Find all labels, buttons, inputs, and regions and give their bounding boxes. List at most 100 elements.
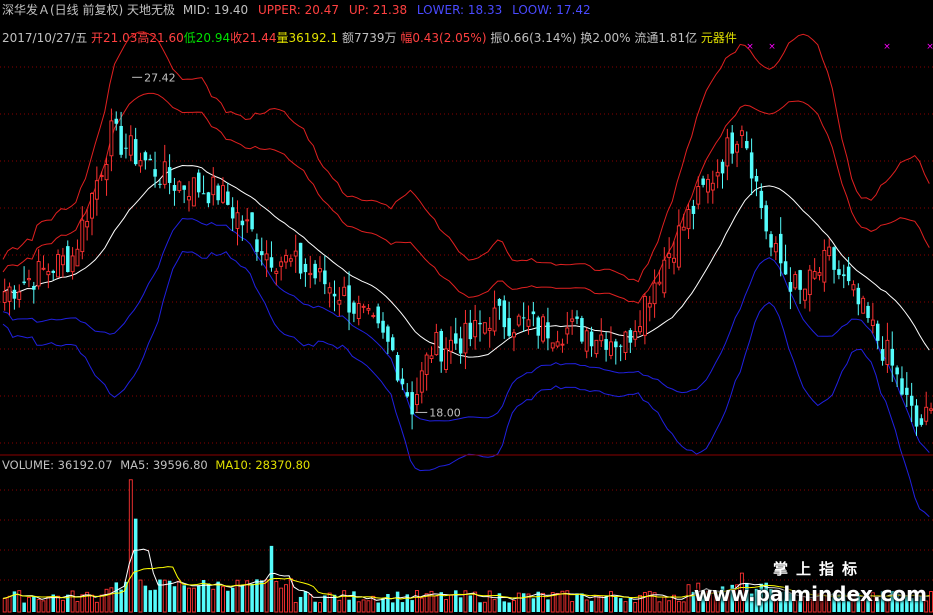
volume-bar bbox=[468, 595, 473, 612]
volume-bar bbox=[216, 581, 220, 612]
candle-body bbox=[235, 212, 240, 229]
candle-body bbox=[856, 287, 861, 305]
volume-bar bbox=[303, 591, 308, 612]
candle-body bbox=[230, 207, 235, 219]
volume-bar bbox=[347, 599, 351, 612]
annotation-high: 27.42 bbox=[144, 71, 176, 84]
candle-body bbox=[119, 125, 123, 155]
signal-mark: × bbox=[746, 42, 754, 52]
candle-body bbox=[109, 120, 114, 157]
candle-body bbox=[730, 132, 734, 154]
candle-body bbox=[245, 219, 250, 222]
volume-bar bbox=[7, 595, 12, 613]
candle-body bbox=[720, 161, 725, 174]
candle-body bbox=[609, 341, 613, 356]
candle-body bbox=[376, 306, 380, 324]
candle-body bbox=[575, 316, 579, 319]
volume-bar bbox=[32, 595, 36, 612]
candle-body bbox=[614, 341, 618, 348]
volume-bar bbox=[177, 580, 182, 613]
candle-body bbox=[807, 269, 812, 296]
candle-body bbox=[555, 341, 560, 347]
volume-bar bbox=[75, 601, 80, 613]
candle-body bbox=[754, 175, 759, 182]
volume-bar bbox=[434, 595, 439, 613]
candle-body bbox=[788, 282, 793, 292]
volume-bar bbox=[138, 579, 143, 613]
candle-body bbox=[541, 316, 545, 342]
signal-mark: × bbox=[883, 42, 891, 52]
candle-body bbox=[128, 135, 133, 156]
volume-bar bbox=[444, 599, 448, 613]
candle-body bbox=[255, 239, 259, 252]
candle-body bbox=[94, 180, 99, 200]
candle-body bbox=[924, 406, 929, 422]
volume-bar bbox=[604, 595, 608, 612]
volume-bar bbox=[352, 591, 356, 612]
volume-bar bbox=[245, 580, 250, 613]
candle-body bbox=[303, 263, 308, 273]
candle-body bbox=[779, 233, 783, 264]
candle-body bbox=[764, 205, 768, 232]
volume-bar bbox=[391, 602, 395, 612]
candle-body bbox=[395, 354, 400, 381]
volume-value: VOLUME: 36192.07 bbox=[2, 458, 113, 472]
candle-body bbox=[80, 219, 85, 253]
candle-body bbox=[929, 408, 933, 411]
candle-body bbox=[27, 278, 31, 281]
candle-body bbox=[652, 282, 657, 305]
candle-body bbox=[793, 274, 798, 289]
volume-bar bbox=[386, 594, 390, 612]
volume-bar bbox=[133, 518, 138, 612]
volume-bar bbox=[230, 587, 235, 612]
candle-body bbox=[51, 270, 55, 273]
volume-bar bbox=[70, 590, 75, 613]
volume-bar bbox=[197, 585, 201, 612]
candle-body bbox=[410, 392, 414, 415]
candle-body bbox=[895, 367, 899, 375]
candle-body bbox=[284, 254, 288, 263]
candle-body bbox=[46, 271, 51, 276]
candle-body bbox=[701, 178, 705, 185]
volume-bar bbox=[366, 600, 371, 613]
candle-body bbox=[211, 176, 216, 196]
candle-body bbox=[890, 348, 895, 366]
candle-body bbox=[158, 183, 162, 185]
candle-body bbox=[429, 355, 434, 359]
candle-body bbox=[492, 307, 497, 332]
candle-body bbox=[419, 370, 424, 393]
candlestick-chart[interactable]: × × × × 27.42 18.00 bbox=[0, 0, 933, 615]
candle-body bbox=[148, 158, 152, 161]
candle-body bbox=[773, 243, 778, 253]
candle-body bbox=[454, 333, 458, 344]
candle-body bbox=[66, 246, 70, 272]
candle-body bbox=[182, 185, 186, 190]
candle-body bbox=[642, 295, 647, 336]
candle-body bbox=[759, 190, 764, 209]
candle-body bbox=[837, 269, 841, 275]
volume-bar bbox=[60, 599, 65, 613]
candle-body bbox=[124, 147, 128, 149]
candle-body bbox=[681, 226, 686, 231]
candle-body bbox=[240, 220, 245, 226]
candle-body bbox=[206, 192, 211, 204]
candle-body bbox=[308, 272, 313, 276]
volume-bar bbox=[288, 578, 293, 613]
volume-bar bbox=[143, 585, 148, 612]
candle-body bbox=[817, 272, 822, 276]
volume-bar bbox=[260, 580, 264, 612]
candle-body bbox=[546, 322, 550, 339]
volume-bar bbox=[293, 602, 298, 613]
candle-body bbox=[191, 177, 196, 207]
candle-body bbox=[41, 267, 46, 270]
volume-bar bbox=[240, 585, 245, 612]
volume-bar bbox=[662, 596, 667, 613]
volume-bar bbox=[419, 597, 424, 613]
volume-bar bbox=[516, 592, 521, 613]
volume-bar bbox=[46, 596, 51, 613]
candle-body bbox=[32, 285, 36, 290]
signal-mark: × bbox=[768, 42, 776, 52]
volume-bar bbox=[264, 579, 269, 613]
candle-body bbox=[667, 253, 672, 259]
candle-body bbox=[90, 193, 94, 219]
